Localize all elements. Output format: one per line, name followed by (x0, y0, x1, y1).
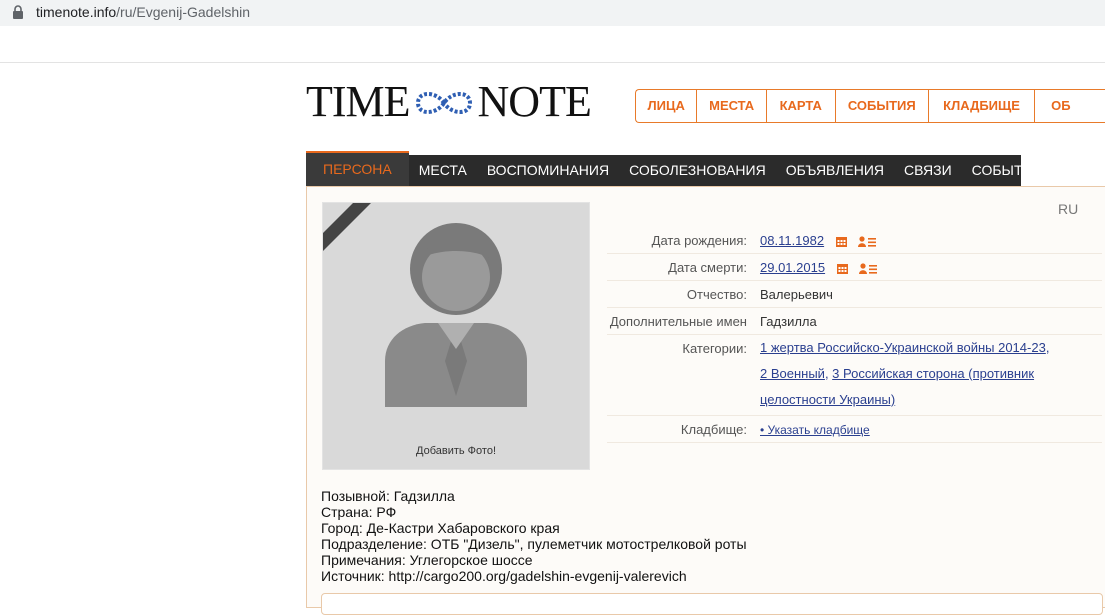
browser-address-bar[interactable]: timenote.info/ru/Evgenij-Gadelshin (0, 0, 1105, 26)
tab-announcements[interactable]: ОБЪЯВЛЕНИЯ (776, 155, 894, 186)
extra-names-label: Дополнительные имен (609, 314, 747, 329)
url-text[interactable]: timenote.info/ru/Evgenij-Gadelshin (36, 4, 250, 20)
person-silhouette-icon (385, 223, 527, 407)
note-country: Страна: РФ (321, 504, 397, 520)
category-link[interactable]: 2 Военный (760, 366, 825, 381)
add-cemetery-link[interactable]: • Указать кладбище (760, 423, 870, 437)
language-switch[interactable]: RU (1058, 201, 1078, 217)
top-navigation: ЛИЦА МЕСТА КАРТА СОБЫТИЯ КЛАДБИЩЕ ОБ (635, 89, 1105, 123)
person-notes: Позывной: Гадзилла Страна: РФ Город: Де-… (321, 488, 747, 584)
categories-label: Категории: (682, 341, 747, 356)
person-panel: RU Добавить Фото! Дата рождения: 08.11.1… (306, 186, 1105, 615)
topnav-faces[interactable]: ЛИЦА (636, 90, 698, 122)
cemetery-row: Кладбище: • Указать кладбище (607, 416, 1102, 443)
note-city: Город: Де-Кастри Хабаровского края (321, 520, 560, 536)
tab-places[interactable]: МЕСТА (409, 155, 477, 186)
categories-list: 1 жертва Российско-Украинской войны 2014… (760, 340, 1050, 407)
extra-names-row: Дополнительные имен Гадзилла (607, 308, 1102, 335)
calendar-icon[interactable] (835, 236, 847, 247)
categories-row: Категории: 1 жертва Российско-Украинской… (607, 335, 1102, 416)
topnav-map[interactable]: КАРТА (767, 90, 836, 122)
note-unit: Подразделение: ОТБ "Дизель", пулеметчик … (321, 536, 747, 552)
add-photo-label[interactable]: Добавить Фото! (323, 445, 589, 457)
url-host: timenote.info (36, 4, 117, 20)
birth-date-row: Дата рождения: 08.11.1982 (607, 227, 1102, 254)
extra-names-value: Гадзилла (760, 314, 817, 329)
death-date-row: Дата смерти: 29.01.2015 (607, 254, 1102, 281)
tab-condolences[interactable]: СОБОЛЕЗНОВАНИЯ (619, 155, 776, 186)
logo-text-right: NOTE (477, 77, 592, 126)
tab-person[interactable]: ПЕРСОНА (306, 151, 409, 186)
note-callsign: Позывной: Гадзилла (321, 488, 455, 504)
note-source: Источник: http://cargo200.org/gadelshin-… (321, 568, 687, 584)
site-logo[interactable]: TIME NOTE (306, 77, 592, 126)
person-list-icon[interactable] (858, 236, 877, 247)
birth-date-link[interactable]: 08.11.1982 (760, 233, 824, 248)
comment-box[interactable] (321, 593, 1103, 615)
note-remarks: Примечания: Углегорское шоссе (321, 552, 533, 568)
death-date-label: Дата смерти: (668, 260, 747, 275)
header-divider (0, 62, 1105, 63)
infinity-icon (415, 92, 472, 114)
tab-events[interactable]: СОБЫТИЯ (962, 155, 1053, 186)
patronymic-row: Отчество: Валерьевич (607, 281, 1102, 308)
person-info: Дата рождения: 08.11.1982 Дата смерти: 2… (607, 227, 1102, 443)
person-list-icon[interactable] (859, 263, 878, 274)
photo-placeholder[interactable]: Добавить Фото! (322, 202, 590, 470)
topnav-cemetery[interactable]: КЛАДБИЩЕ (929, 90, 1036, 122)
patronymic-value: Валерьевич (760, 287, 833, 302)
death-date-link[interactable]: 29.01.2015 (760, 260, 825, 275)
tab-memories[interactable]: ВОСПОМИНАНИЯ (477, 155, 619, 186)
tab-relations[interactable]: СВЯЗИ (894, 155, 962, 186)
cemetery-label: Кладбище: (680, 422, 747, 437)
patronymic-label: Отчество: (686, 287, 747, 302)
birth-date-label: Дата рождения: (651, 233, 747, 248)
calendar-icon[interactable] (836, 263, 848, 274)
url-path: /ru/Evgenij-Gadelshin (116, 4, 251, 20)
topnav-events[interactable]: СОБЫТИЯ (836, 90, 929, 122)
topnav-places[interactable]: МЕСТА (697, 90, 767, 122)
category-link[interactable]: 1 жертва Российско-Украинской войны 2014… (760, 340, 1046, 355)
lock-icon (13, 5, 23, 19)
person-tabs: ПЕРСОНА МЕСТА ВОСПОМИНАНИЯ СОБОЛЕЗНОВАНИ… (306, 151, 1043, 186)
topnav-about[interactable]: ОБ (1035, 90, 1105, 122)
logo-text-left: TIME (306, 77, 411, 126)
